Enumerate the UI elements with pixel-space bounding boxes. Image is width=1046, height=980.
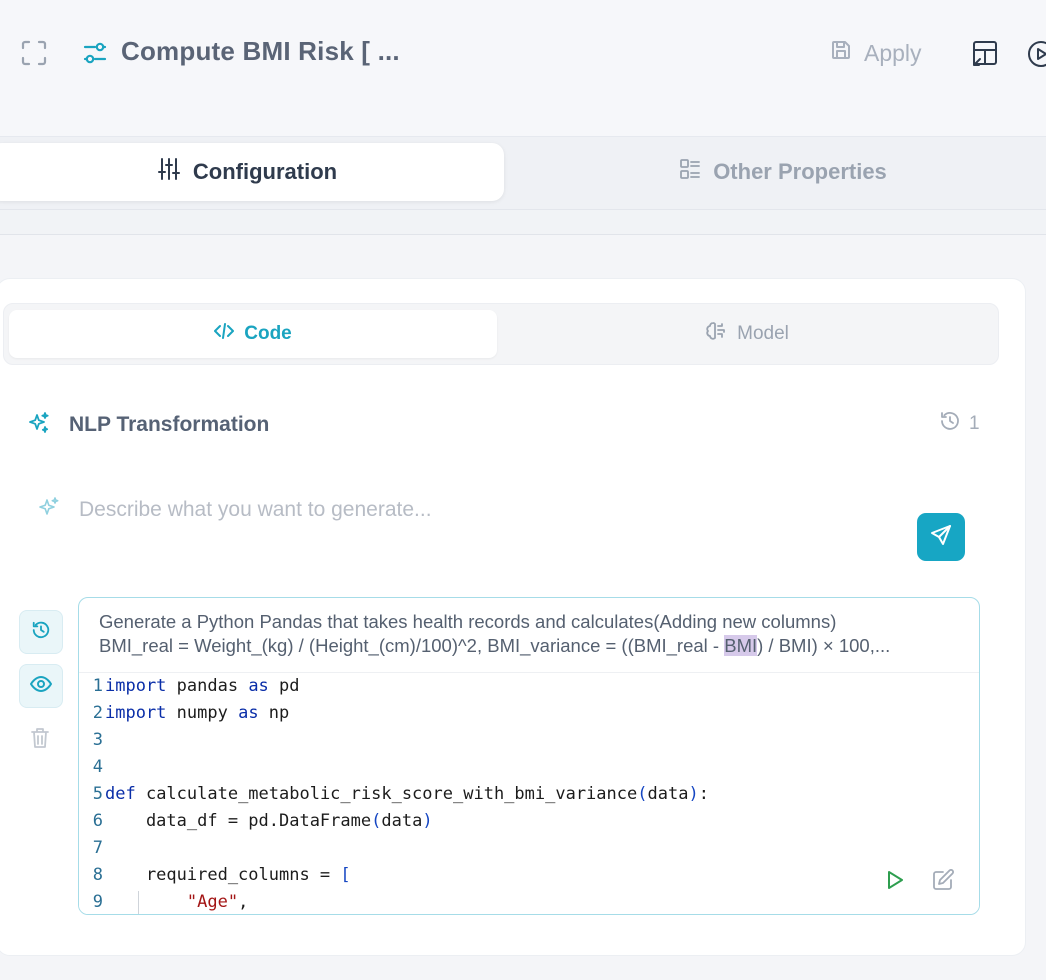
code-line: 7	[92, 838, 103, 858]
code-line: 5 def calculate_metabolic_risk_score_with…	[92, 784, 709, 804]
prompt-highlight: BMI	[724, 635, 758, 656]
play-icon	[885, 871, 905, 895]
layout-icon[interactable]	[970, 38, 1000, 68]
indent-guide	[138, 891, 139, 914]
tab-code-label: Code	[244, 323, 292, 344]
trash-icon[interactable]	[29, 726, 53, 752]
code-icon	[214, 322, 235, 346]
entry-prompt: Generate a Python Pandas that takes heal…	[99, 610, 961, 658]
nlp-title: NLP Transformation	[69, 413, 270, 436]
sparkles-icon	[37, 496, 61, 525]
main-tabs: Configuration Other Properties	[0, 137, 1046, 210]
tab-code[interactable]: Code	[9, 310, 497, 358]
history-icon	[31, 620, 51, 645]
code-line: 9 "Age",	[92, 892, 249, 912]
prompt-text: ) / BMI) × 100,...	[757, 635, 891, 656]
history-count: 1	[969, 413, 980, 434]
code-line: 6 data_df = pd.DataFrame(data)	[92, 811, 433, 831]
tab-model-label: Model	[737, 323, 789, 344]
run-button[interactable]	[885, 869, 907, 891]
code-line: 3	[92, 730, 103, 750]
tab-configuration-label: Configuration	[192, 159, 338, 184]
expand-icon[interactable]	[20, 39, 48, 67]
sparkles-icon	[27, 411, 51, 440]
sliders-icon	[82, 40, 108, 66]
code-line: 4	[92, 757, 103, 777]
prompt-text: BMI_real = Weight_(kg) / (Height_(cm)/10…	[99, 635, 725, 656]
prompt-input[interactable]	[77, 491, 841, 529]
restore-history-button[interactable]	[19, 610, 63, 654]
tab-configuration[interactable]: Configuration	[0, 143, 504, 201]
entry-prompt-line: Generate a Python Pandas that takes heal…	[99, 611, 837, 632]
preview-button[interactable]	[19, 664, 63, 708]
edit-icon	[932, 869, 956, 895]
code-editor[interactable]: 1 import pandas as pd 2 import numpy as np…	[79, 672, 979, 914]
history-icon	[939, 410, 961, 438]
history-counter[interactable]: 1	[939, 410, 980, 438]
brain-icon	[705, 320, 727, 348]
play-circle-icon[interactable]	[1026, 39, 1046, 69]
edit-button[interactable]	[932, 869, 956, 891]
send-icon	[929, 523, 953, 552]
tab-model[interactable]: Model	[501, 310, 993, 358]
nlp-header: NLP Transformation	[27, 409, 269, 441]
prompt-row	[37, 491, 841, 529]
header-bar: Compute BMI Risk [ ... Apply	[0, 0, 1046, 137]
code-line: 2 import numpy as np	[92, 703, 290, 723]
history-entry: Generate a Python Pandas that takes heal…	[78, 597, 980, 915]
eye-icon	[30, 673, 52, 700]
code-line: 8 required_columns = [	[92, 865, 351, 885]
page-title: Compute BMI Risk [ ...	[121, 36, 400, 66]
transformation-card: Code Model NLP Transformation 1 Describe…	[0, 278, 1026, 956]
apply-button[interactable]: Apply	[830, 36, 922, 70]
save-icon	[830, 39, 852, 67]
send-button[interactable]	[917, 513, 965, 561]
entry-prompt-line: BMI_real = Weight_(kg) / (Height_(cm)/10…	[99, 634, 961, 658]
tab-other-properties-label: Other Properties	[713, 159, 887, 184]
apply-label: Apply	[864, 39, 922, 66]
code-model-switch: Code Model	[3, 303, 999, 365]
tune-icon	[157, 157, 181, 187]
tab-other-properties[interactable]: Other Properties	[520, 143, 1046, 201]
code-line: 1 import pandas as pd	[92, 676, 300, 696]
list-details-icon	[679, 158, 701, 186]
divider-band	[0, 210, 1046, 235]
